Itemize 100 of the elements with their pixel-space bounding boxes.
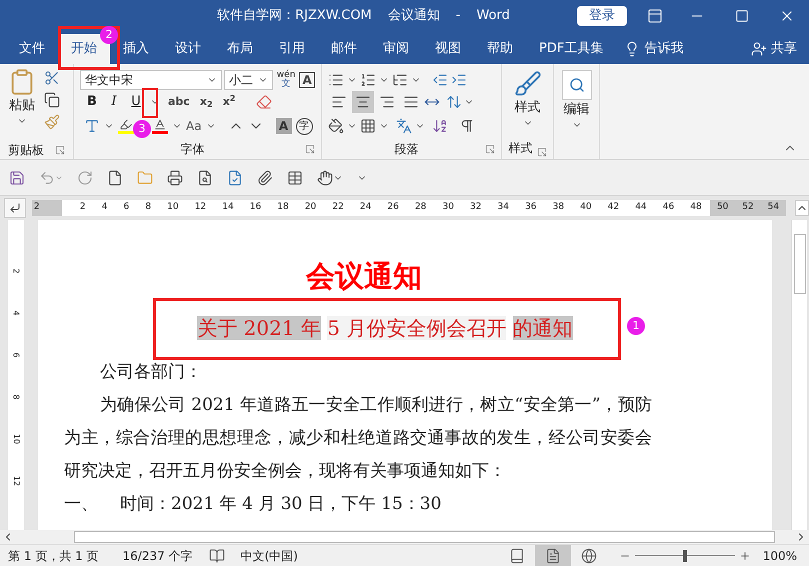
paste-button[interactable]: 粘贴 [8,68,36,141]
share-button[interactable]: 共享 [751,34,797,64]
ribbon-tab[interactable]: 视图 [422,34,474,64]
maximize-icon[interactable] [735,9,749,23]
ruler-number: 6 [11,352,22,358]
window-title: 会议通知 [388,7,440,26]
document-subtitle: 关于 2021 年 5 月份安全例会召开 的通知 [197,315,573,342]
numbering-icon[interactable] [360,72,376,88]
character-border-button[interactable]: A [299,72,315,88]
ruler-number: 16 [250,201,262,214]
script-button[interactable]: abc [166,94,192,110]
ruler-number: 26 [387,201,399,214]
ribbon-tab[interactable]: 布局 [214,34,266,64]
ruler-number: 24 [360,201,372,214]
ribbon-tab[interactable]: 设计 [162,34,214,64]
person-add-icon[interactable] [751,41,767,57]
ruler-number: 20 [304,201,316,214]
tab-selector[interactable] [4,198,26,218]
word-count[interactable]: 16/237 个字 [122,546,193,564]
align-lines-icon [379,94,395,110]
language-label[interactable]: 中文(中国) [240,546,298,564]
dialog-launcher-icon[interactable] [485,144,495,154]
phonetic-guide-button[interactable]: wén 文 [276,70,296,88]
vertical-scrollbar[interactable] [791,220,807,530]
format-button[interactable]: B [84,92,100,112]
print-preview-icon[interactable] [197,170,213,186]
page-count[interactable]: 第 1 页，共 1 页 [8,546,99,564]
ribbon-tab[interactable]: 邮件 [318,34,370,64]
ruler-number: 2 [11,268,22,274]
cut-icon[interactable] [44,70,60,86]
paperclip-icon[interactable] [257,170,273,186]
styles-button[interactable]: 样式 [514,64,542,128]
new-document-icon[interactable] [107,170,123,186]
ribbon-tab[interactable]: 引用 [266,34,318,64]
zoom-reading[interactable]: 100% [762,546,797,564]
dialog-launcher-icon[interactable] [536,147,546,157]
editing-button[interactable]: 编辑 [562,64,592,130]
group-label: 样式 [508,140,532,157]
ribbon-tab[interactable]: 帮助 [474,34,526,64]
zoom-thumb[interactable] [682,550,687,562]
script-button[interactable]: x$_{2}$ [198,94,215,110]
ruler-number: 36 [525,201,537,214]
spelling-check-icon[interactable] [227,170,243,186]
scroll-up-button[interactable] [795,200,809,216]
ribbon-tab[interactable]: PDF工具集 [526,34,616,64]
ruler-number: 10 [167,201,179,214]
show-marks-icon[interactable] [459,118,475,134]
dialog-launcher-icon[interactable] [55,145,65,155]
brush-icon [514,70,542,98]
eraser-icon[interactable] [256,94,272,110]
group-label: 剪贴板 [8,142,44,159]
script-button[interactable]: x$^{2}$ [220,94,238,110]
dialog-launcher-icon[interactable] [305,144,315,154]
borders-icon[interactable] [360,118,376,134]
shading-icon[interactable] [328,118,344,134]
sort-icon[interactable] [432,118,448,134]
line-spacing-icon[interactable] [446,94,462,110]
text-effects-icon[interactable] [84,118,100,134]
body-paragraph: 为确保公司 2021 年道路五一安全工作顺利进行，树立“安全第一”，预防为主，综合治理的思想理念，减少和杜绝道路交通事故的发生，经公司安委会研究决定，召开五月份安全例会，现将有关事项通知如下： [64,394,652,483]
login-button[interactable]: 登录 [577,6,627,26]
font-name-field[interactable]: 华文中宋 [80,70,222,90]
ruler-number: 54 [768,201,780,214]
table-icon[interactable] [287,170,303,186]
ruler-number: 22 [332,201,344,214]
ruler-number: 44 [635,201,647,214]
alignment-button[interactable] [352,91,374,113]
ribbon-tab[interactable]: 审阅 [370,34,422,64]
zoom-in-icon[interactable] [738,550,751,562]
salutation: 公司各部门： [99,361,203,384]
enclose-character-button[interactable]: 字 [296,118,313,134]
align-lines-icon [355,94,371,110]
proofing-icon[interactable] [208,548,225,564]
printer-icon[interactable] [167,170,183,186]
window-title: 软件自学网：RJZXW.COM [217,7,372,26]
ruler-number: 34 [498,201,509,214]
ruler-number: 2 [34,201,40,214]
ruler-number: 14 [222,201,234,214]
ruler-number: 30 [442,201,454,214]
chinese-layout-icon[interactable] [396,118,412,134]
view-button[interactable] [534,544,571,566]
ribbon-display-icon[interactable] [647,8,663,24]
change-case-button[interactable]: Aa [186,117,202,135]
character-shading-button[interactable]: A [276,118,292,134]
ruler-number: 4 [11,310,22,316]
font-size-field[interactable]: 小二 [224,70,273,90]
format-button[interactable]: I [106,92,122,112]
ribbon-tab[interactable]: 文件 [6,34,58,64]
ruler-number: 42 [608,201,620,214]
list-number: 一、 [64,493,99,516]
tell-me-button[interactable]: 告诉我 [624,34,684,64]
ruler-number: 52 [742,201,754,214]
search-icon [568,77,584,93]
horizontal-scrollbar[interactable] [0,530,809,544]
ruler-number: 38 [552,201,564,214]
view-mode-icon [580,548,597,564]
zoom-slider[interactable] [634,548,735,562]
format-button[interactable]: U [128,92,144,112]
save-icon[interactable] [9,170,25,186]
copy-icon[interactable] [44,92,60,108]
touch-mode-icon[interactable] [317,170,333,186]
